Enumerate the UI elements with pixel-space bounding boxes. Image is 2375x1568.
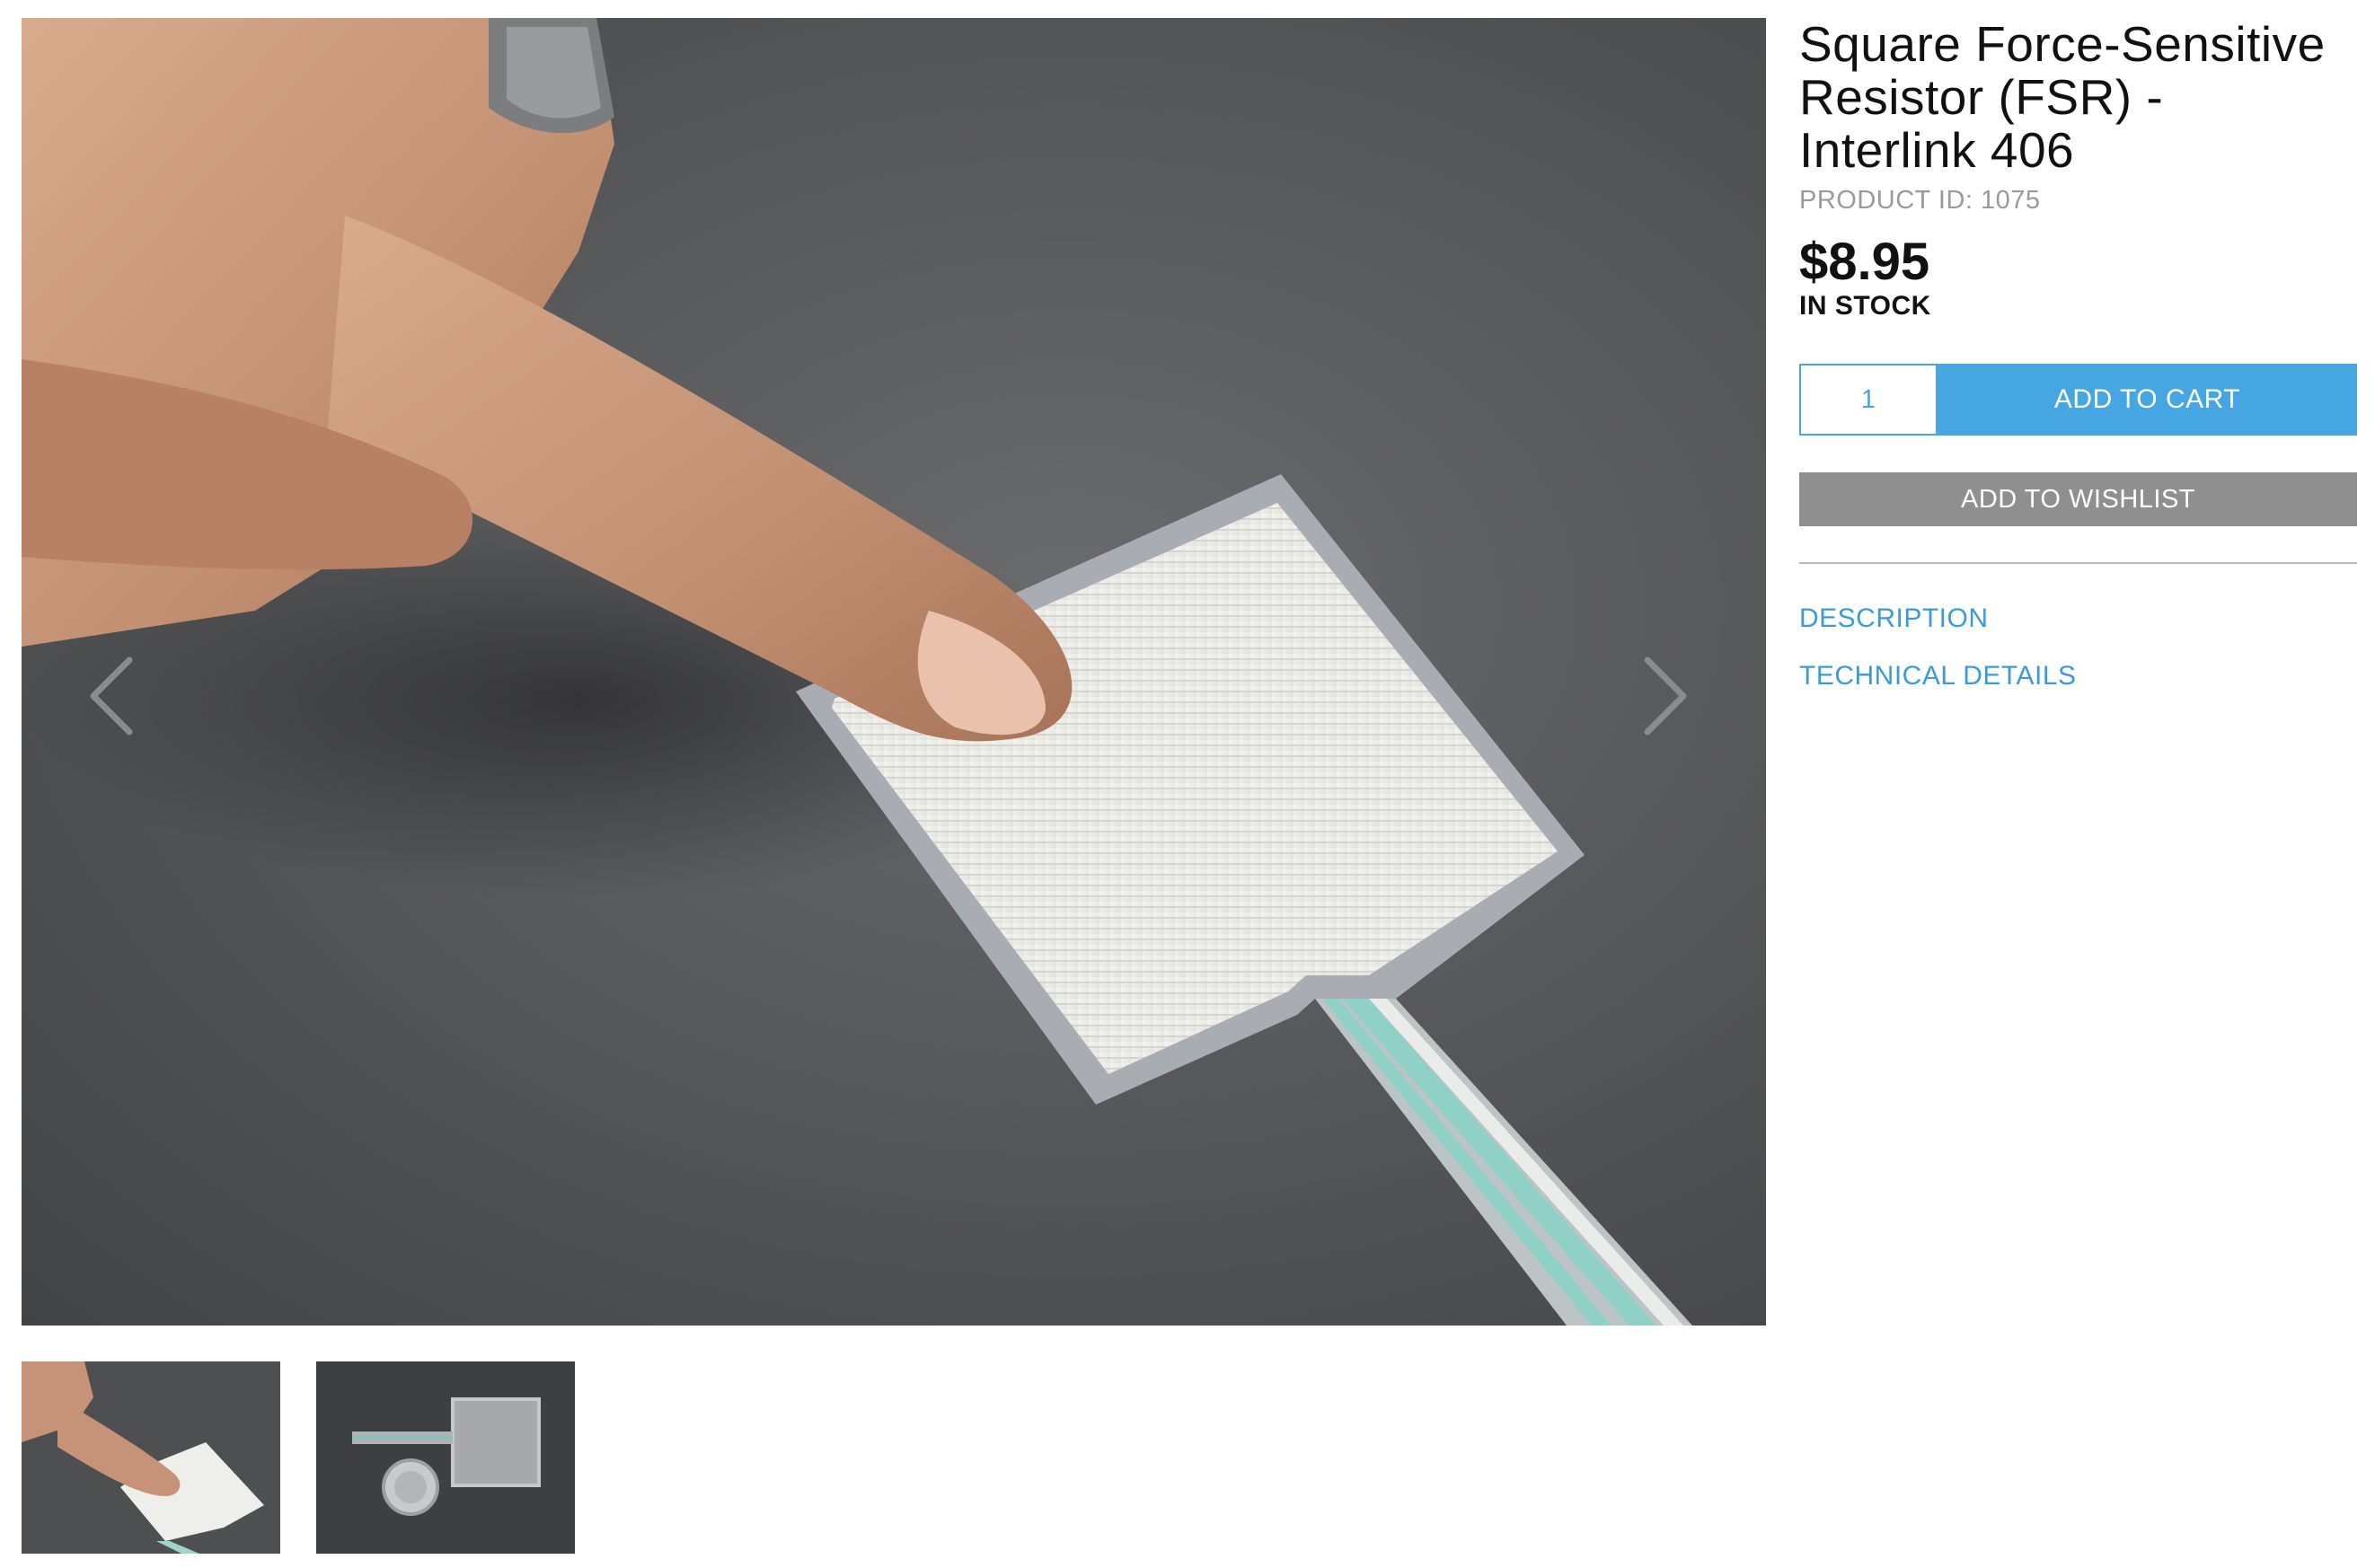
product-id: PRODUCT ID: 1075: [1799, 186, 2041, 215]
carousel-prev-button[interactable]: [75, 647, 147, 745]
quantity-input[interactable]: [1799, 364, 1938, 436]
tab-description[interactable]: DESCRIPTION: [1799, 603, 1989, 634]
thumbnail-2[interactable]: [316, 1361, 575, 1554]
carousel-next-button[interactable]: [1629, 647, 1701, 745]
tab-technical-details[interactable]: TECHNICAL DETAILS: [1799, 661, 2077, 692]
add-to-wishlist-button[interactable]: ADD TO WISHLIST: [1799, 472, 2357, 526]
divider: [1799, 562, 2357, 564]
thumbnail-finger-image: [22, 1361, 280, 1554]
product-main-image: [22, 18, 1766, 1326]
add-to-cart-button[interactable]: ADD TO CART: [1938, 364, 2357, 436]
fsr-photo: [22, 18, 1692, 1326]
thumbnail-1[interactable]: [22, 1361, 280, 1554]
product-price: $8.95: [1799, 233, 1930, 291]
product-title: Square Force-Sensitive Resistor (FSR) - …: [1799, 16, 2326, 178]
chevron-right-icon: [1644, 656, 1687, 736]
add-to-cart-form: ADD TO CART: [1799, 364, 2357, 436]
stock-status: IN STOCK: [1799, 291, 1931, 321]
chevron-left-icon: [90, 656, 133, 736]
product-info-panel: Square Force-Sensitive Resistor (FSR) - …: [1799, 16, 2357, 691]
thumbnail-quarter-image: [316, 1361, 575, 1554]
